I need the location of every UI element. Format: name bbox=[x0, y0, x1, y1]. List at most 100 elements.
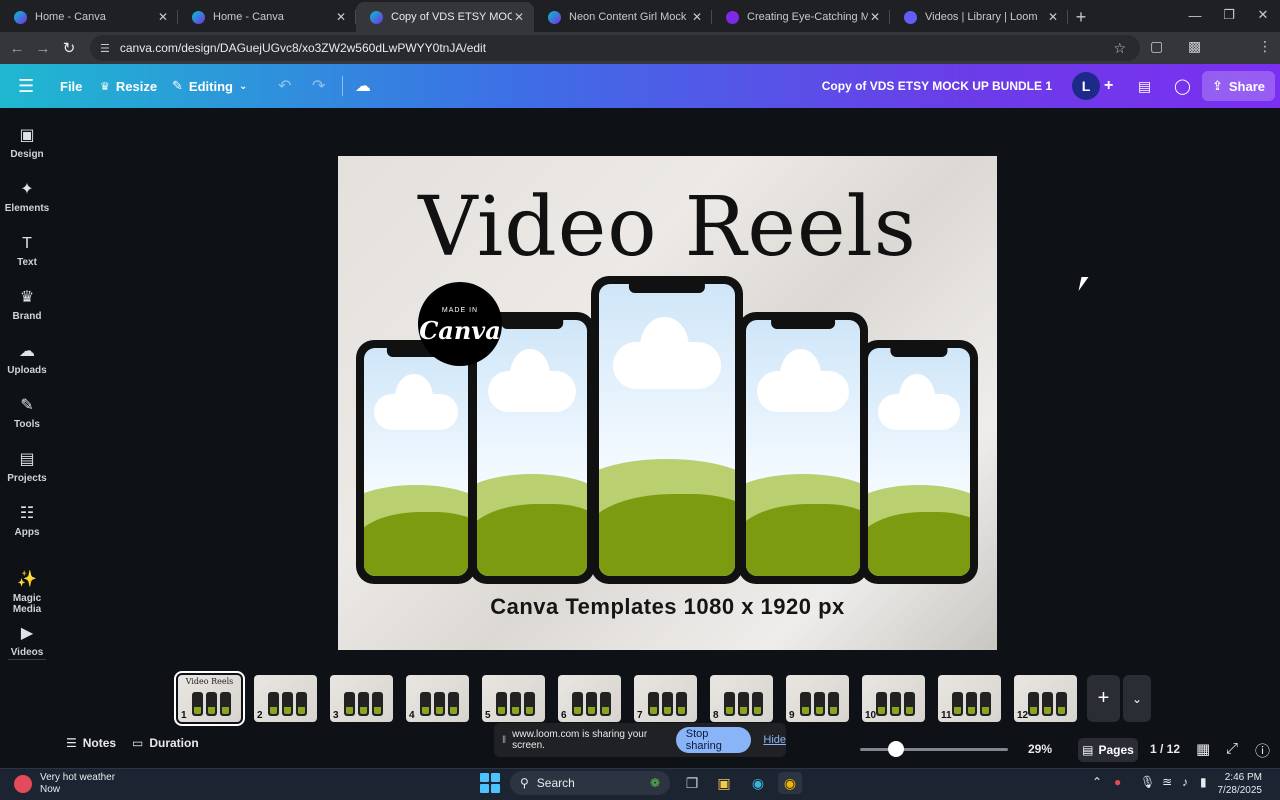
design-title-text[interactable]: Video Reels bbox=[338, 180, 997, 275]
tray-overflow-icon[interactable]: ⌃ bbox=[1092, 775, 1102, 789]
new-tab-icon[interactable]: + bbox=[1068, 4, 1094, 30]
main-menu-icon[interactable]: ☰ bbox=[18, 64, 34, 108]
sidebar-item-projects[interactable]: ▤ Projects bbox=[0, 450, 54, 484]
page-thumbnail[interactable]: 2 bbox=[254, 675, 317, 722]
tab-close-icon[interactable]: ✕ bbox=[156, 10, 170, 24]
page-thumbnail[interactable]: 3 bbox=[330, 675, 393, 722]
back-icon[interactable]: ← bbox=[4, 40, 30, 57]
sidebar-item-tools[interactable]: ✎ Tools bbox=[0, 396, 54, 430]
document-title[interactable]: Copy of VDS ETSY MOCK UP BUNDLE 1 bbox=[822, 64, 1052, 108]
zoom-slider-handle[interactable] bbox=[887, 741, 904, 757]
sidebar-item-design[interactable]: ▣ Design bbox=[0, 126, 54, 160]
page-thumbnail[interactable]: 6 bbox=[558, 675, 621, 722]
windows-start-icon[interactable] bbox=[480, 773, 500, 793]
page-thumbnail[interactable]: 12 bbox=[1014, 675, 1077, 722]
sidebar-item-text[interactable]: T Text bbox=[0, 234, 54, 268]
browser-tab[interactable]: Home - Canva ✕ bbox=[0, 2, 178, 32]
sidebar-item-brand[interactable]: ♛ Brand bbox=[0, 288, 54, 322]
help-icon[interactable]: ⓘ bbox=[1255, 740, 1270, 761]
grid-view-icon[interactable]: ▦ bbox=[1196, 740, 1210, 758]
sidebar-item-videos[interactable]: ▶ Videos bbox=[0, 624, 54, 658]
file-explorer-icon[interactable]: ▣ bbox=[712, 772, 736, 794]
task-view-icon[interactable]: ❐ bbox=[680, 772, 704, 794]
pages-button[interactable]: ▤ Pages bbox=[1078, 738, 1138, 762]
browser-tab[interactable]: Home - Canva ✕ bbox=[178, 2, 356, 32]
page-thumbnail[interactable]: 8 bbox=[710, 675, 773, 722]
browser-tab[interactable]: Copy of VDS ETSY MOCK UP BU✕ bbox=[356, 2, 534, 32]
browser-tab[interactable]: Videos | Library | Loom ✕ bbox=[890, 2, 1068, 32]
sidebar-item-magic-media[interactable]: ✨ Magic Media bbox=[0, 570, 54, 615]
user-avatar[interactable]: L bbox=[1072, 72, 1100, 100]
notes-icon: ☰ bbox=[66, 736, 77, 750]
tab-close-icon[interactable]: ✕ bbox=[512, 10, 526, 24]
battery-icon[interactable]: ▮ bbox=[1200, 775, 1207, 789]
page-thumbnail[interactable]: 11 bbox=[938, 675, 1001, 722]
add-collaborator-icon[interactable]: + bbox=[1104, 64, 1113, 108]
extensions-icon[interactable]: ▢ bbox=[1150, 38, 1163, 55]
page-thumbnail[interactable]: 7 bbox=[634, 675, 697, 722]
address-bar: ← → ↻ ☰ canva.com/design/DAGuejUGvc8/xo3… bbox=[0, 32, 1280, 88]
fullscreen-icon[interactable]: ⤢ bbox=[1226, 740, 1238, 757]
phone-mockup-5[interactable] bbox=[860, 340, 978, 584]
browser-tab[interactable]: Neon Content Girl Mock ups -✕ bbox=[534, 2, 712, 32]
tab-close-icon[interactable]: ✕ bbox=[334, 10, 348, 24]
taskbar-clock[interactable]: 2:46 PM 7/28/2025 bbox=[1218, 771, 1263, 797]
canva-icon bbox=[548, 10, 561, 24]
stop-sharing-button[interactable]: Stop sharing bbox=[675, 727, 752, 753]
edge-browser-icon[interactable]: ◉ bbox=[746, 772, 770, 794]
resize-button[interactable]: ♛ Resize bbox=[100, 64, 157, 108]
hide-sharing-bar-link[interactable]: Hide bbox=[763, 734, 786, 746]
expand-pages-chevron-icon[interactable]: ⌄ bbox=[1123, 675, 1151, 722]
zoom-level[interactable]: 29% bbox=[1028, 742, 1052, 756]
made-in-canva-badge[interactable]: MADE IN Canva bbox=[418, 282, 502, 366]
cloud-saved-icon[interactable]: ☁ bbox=[355, 64, 371, 108]
volume-icon[interactable]: ♪ bbox=[1182, 775, 1188, 789]
loom-sharing-message: www.loom.com is sharing your screen. bbox=[512, 729, 648, 751]
sidebar-item-apps[interactable]: ☷ Apps bbox=[0, 504, 54, 538]
duration-button[interactable]: ▭ Duration bbox=[132, 736, 199, 750]
url-input[interactable]: ☰ canva.com/design/DAGuejUGvc8/xo3ZW2w56… bbox=[90, 35, 1140, 61]
site-info-icon[interactable]: ☰ bbox=[100, 42, 110, 55]
insights-chart-icon[interactable]: ▤ bbox=[1138, 64, 1151, 108]
add-page-button[interactable]: + bbox=[1087, 675, 1120, 722]
drag-handle-icon[interactable]: ‖ bbox=[502, 735, 506, 746]
page-thumbnail[interactable]: Video Reels 1 bbox=[174, 671, 245, 726]
browser-tab[interactable]: Creating Eye-Catching Mock-Up✕ bbox=[712, 2, 890, 32]
tab-close-icon[interactable]: ✕ bbox=[690, 10, 704, 24]
sidebar-item-elements[interactable]: ✦ Elements bbox=[0, 180, 54, 214]
reload-icon[interactable]: ↻ bbox=[56, 39, 82, 57]
phone-mockup-1[interactable] bbox=[356, 340, 476, 584]
minimize-icon[interactable]: — bbox=[1178, 0, 1212, 30]
design-subtitle-text[interactable]: Canva Templates 1080 x 1920 px bbox=[338, 594, 997, 620]
phone-mockup-4[interactable] bbox=[738, 312, 868, 584]
bookmark-star-icon[interactable]: ☆ bbox=[1113, 40, 1126, 57]
forward-icon[interactable]: → bbox=[30, 40, 56, 57]
tab-close-icon[interactable]: ✕ bbox=[868, 10, 882, 24]
redo-icon[interactable]: ↷ bbox=[312, 64, 325, 108]
page-thumbnail[interactable]: 4 bbox=[406, 675, 469, 722]
close-window-icon[interactable]: ✕ bbox=[1246, 0, 1280, 30]
weather-widget[interactable]: Very hot weather Now bbox=[14, 772, 115, 796]
sidebar-item-uploads[interactable]: ☁ Uploads bbox=[0, 342, 54, 376]
file-menu[interactable]: File bbox=[60, 64, 82, 108]
comments-icon[interactable]: ◯ bbox=[1174, 64, 1191, 108]
tab-close-icon[interactable]: ✕ bbox=[1046, 10, 1060, 24]
page-thumbnail[interactable]: 9 bbox=[786, 675, 849, 722]
notes-button[interactable]: ☰ Notes bbox=[66, 736, 116, 750]
microphone-icon[interactable]: 🎙 bbox=[1140, 775, 1155, 789]
tray-app-icon[interactable]: ● bbox=[1114, 775, 1121, 789]
restore-icon[interactable]: ❐ bbox=[1212, 0, 1246, 30]
zoom-slider-track[interactable] bbox=[860, 748, 1008, 751]
design-canvas[interactable]: Video Reels MADE IN Canva Canva Template… bbox=[338, 156, 997, 650]
undo-icon[interactable]: ↶ bbox=[278, 64, 291, 108]
share-button[interactable]: ⇪ Share bbox=[1202, 71, 1275, 101]
wifi-icon[interactable]: ≊ bbox=[1162, 775, 1172, 789]
editing-mode-dropdown[interactable]: ✎ Editing ⌄ bbox=[172, 64, 247, 108]
phone-mockup-3[interactable] bbox=[591, 276, 743, 584]
page-thumbnail[interactable]: 5 bbox=[482, 675, 545, 722]
taskbar-search[interactable]: ⚲ Search ❁ bbox=[510, 771, 670, 795]
chrome-browser-icon[interactable]: ◉ bbox=[778, 772, 802, 794]
cast-icon[interactable]: ▩ bbox=[1188, 38, 1201, 55]
page-thumbnail[interactable]: 10 bbox=[862, 675, 925, 722]
browser-menu-icon[interactable]: ⋮ bbox=[1258, 38, 1272, 55]
